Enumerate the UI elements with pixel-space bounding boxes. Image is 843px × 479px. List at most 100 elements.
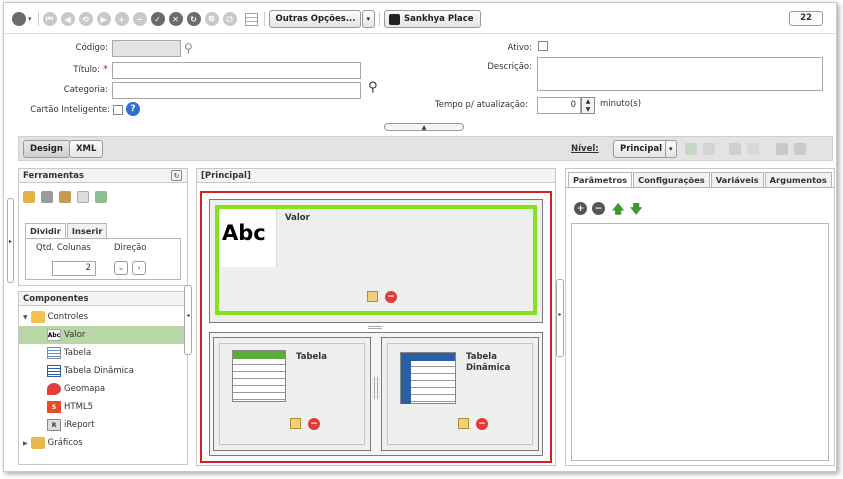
nivel-dropdown[interactable]: ▾ (665, 140, 677, 158)
tab-variaveis[interactable]: Variáveis (710, 172, 764, 187)
first-record-icon[interactable]: ⏮ (42, 12, 57, 26)
remove-icon[interactable]: − (132, 12, 147, 26)
horizontal-splitter[interactable] (368, 326, 382, 329)
paste-level-icon[interactable] (747, 143, 759, 155)
tree-toggle-icon[interactable]: ▶ (23, 440, 28, 447)
grid-icon[interactable] (244, 12, 258, 26)
notification-count[interactable]: 22 (789, 11, 823, 26)
globe-menu-icon[interactable] (12, 12, 26, 26)
remove-level-icon[interactable] (703, 143, 715, 155)
edit-icon[interactable] (458, 418, 469, 429)
direction-vertical-icon[interactable]: ⌄ (114, 261, 128, 275)
tab-inserir[interactable]: Inserir (66, 223, 108, 238)
delete-icon[interactable]: − (476, 418, 488, 430)
edit-icon[interactable] (290, 418, 301, 429)
categoria-field[interactable] (112, 82, 361, 99)
delete-icon[interactable]: − (308, 418, 320, 430)
dropdown-arrow-icon[interactable]: ▾ (28, 15, 32, 23)
view-bar: Design XML Nível: Principal ▾ (18, 136, 833, 161)
refresh-icon[interactable]: ↻ (171, 170, 182, 181)
list-item[interactable]: ▶ Gráficos (19, 434, 187, 452)
tempo-field[interactable]: 0 (537, 97, 581, 114)
valor-cell[interactable]: Abc Valor − (209, 199, 543, 323)
left-collapse-handle[interactable]: ▸ (7, 198, 14, 283)
layout-icon[interactable] (95, 191, 107, 203)
descricao-field[interactable] (537, 57, 823, 91)
tab-configuracoes[interactable]: Configurações (633, 172, 710, 187)
list-item-label: Tabela Dinâmica (64, 366, 134, 376)
tabela-dinamica-cell[interactable]: Tabela Dinâmica − (381, 337, 539, 451)
tempo-stepper[interactable]: ▲ ▼ (581, 97, 595, 114)
selected-container[interactable]: Abc Valor − Tabela − Tabela Dinâmica − (200, 191, 552, 463)
qtd-colunas-field[interactable]: 2 (52, 261, 96, 276)
edit-icon[interactable] (367, 291, 378, 302)
list-item[interactable]: RiReport (19, 416, 187, 434)
valor-label: Valor (285, 213, 310, 223)
attach-icon[interactable]: ∅ (222, 12, 237, 26)
nivel-select[interactable]: Principal (613, 140, 670, 158)
list-item[interactable]: ▼ Controles (19, 308, 187, 326)
add-level-icon[interactable] (685, 143, 697, 155)
add-icon[interactable]: + (114, 12, 129, 26)
remove-parameter-icon[interactable]: − (592, 202, 605, 215)
add-parameter-icon[interactable]: + (574, 202, 587, 215)
copy-icon[interactable]: ⧉ (204, 12, 219, 26)
list-item[interactable]: Tabela (19, 344, 187, 362)
paint-icon[interactable] (59, 191, 71, 203)
vertical-splitter[interactable] (374, 377, 378, 399)
help-icon[interactable]: ? (126, 102, 140, 116)
tabela-dinamica-widget[interactable]: Tabela Dinâmica − (387, 343, 533, 445)
move-down-icon[interactable]: 🡇 (630, 200, 642, 221)
xml-button[interactable]: XML (69, 140, 104, 158)
delete-icon[interactable]: − (385, 291, 397, 303)
right-splitter[interactable]: ▸ (556, 279, 564, 357)
design-button[interactable]: Design (23, 140, 70, 158)
sankhya-place-button[interactable]: Sankhya Place (384, 10, 481, 28)
properties-panel: Parâmetros Configurações Variáveis Argument… (565, 168, 835, 466)
titulo-field[interactable] (112, 62, 361, 79)
table-icon (232, 350, 286, 402)
tree-icon[interactable] (776, 143, 788, 155)
top-toolbar: ▾ ⏮ ◀ ⟲ ▶ + − ✓ ✕ ↻ ⧉ ∅ Outras Opções...… (12, 9, 481, 29)
more-options-button[interactable]: Outras Opções... (268, 10, 361, 28)
tab-parametros[interactable]: Parâmetros (568, 172, 633, 187)
search-icon[interactable]: ⚲ (184, 41, 193, 55)
cartao-checkbox[interactable] (113, 105, 123, 115)
previous-icon[interactable]: ◀ (60, 12, 75, 26)
move-up-icon[interactable]: 🡅 (612, 200, 624, 221)
valor-widget[interactable]: Abc Valor − (215, 205, 537, 315)
abc-preview: Abc (219, 209, 277, 267)
collapse-form-button[interactable]: ▲ (384, 123, 464, 131)
tree-toggle-icon[interactable]: ▼ (23, 314, 28, 321)
next-icon[interactable]: ▶ (96, 12, 111, 26)
search-icon[interactable]: ⚲ (368, 80, 378, 95)
parameters-list[interactable] (571, 223, 829, 461)
more-options-dropdown[interactable]: ▾ (361, 10, 376, 28)
ativo-checkbox[interactable] (538, 41, 548, 51)
tab-argumentos[interactable]: Argumentos (764, 172, 832, 187)
tabela-widget[interactable]: Tabela − (219, 343, 365, 445)
refresh-icon[interactable]: ↻ (186, 12, 201, 26)
list-item[interactable]: Geomapa (19, 380, 187, 398)
grid-level-icon[interactable] (794, 143, 806, 155)
categoria-label: Categoria: (63, 85, 108, 95)
left-splitter[interactable]: ◂ (184, 285, 192, 355)
list-item[interactable]: 5 HTML5 (19, 398, 187, 416)
componentes-title: Componentes (19, 292, 187, 306)
confirm-icon[interactable]: ✓ (150, 12, 165, 26)
back-icon[interactable]: ⟲ (78, 12, 93, 26)
more-options-label: Outras Opções... (275, 14, 356, 24)
tab-dividir[interactable]: Dividir (25, 223, 66, 238)
codigo-label: Código: (75, 43, 108, 53)
frame-icon[interactable] (77, 191, 89, 203)
list-item[interactable]: Tabela Dinâmica (19, 362, 187, 380)
copy-level-icon[interactable] (729, 143, 741, 155)
sankhya-place-label: Sankhya Place (404, 14, 474, 24)
tabela-cell[interactable]: Tabela − (213, 337, 371, 451)
list-item-label: Geomapa (64, 384, 106, 394)
undo-icon[interactable] (23, 191, 35, 203)
list-item[interactable]: Abc Valor (19, 326, 187, 344)
cancel-icon[interactable]: ✕ (168, 12, 183, 26)
direction-horizontal-icon[interactable]: › (132, 261, 146, 275)
lock-icon[interactable] (41, 191, 53, 203)
